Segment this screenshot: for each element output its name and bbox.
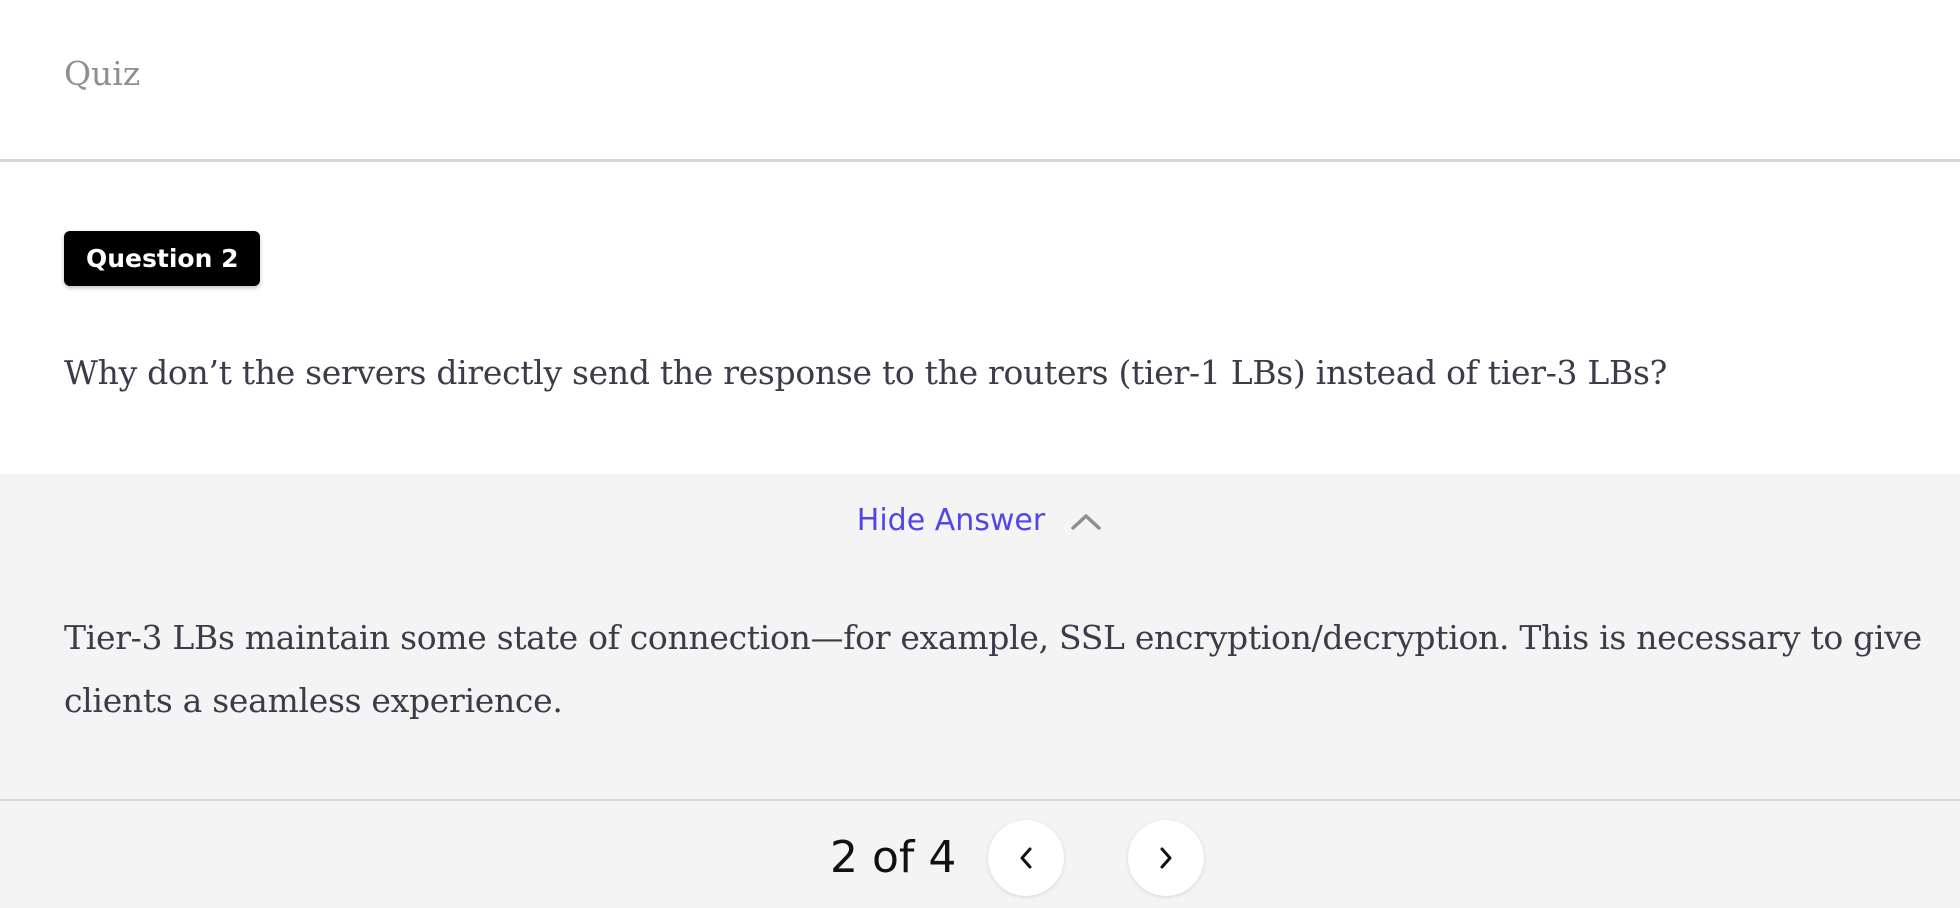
question-section: Question 2 Why don’t the servers directl… (0, 162, 1960, 474)
question-text: Why don’t the servers directly send the … (64, 353, 1668, 392)
answer-section: Hide Answer Tier-3 LBs maintain some sta… (0, 474, 1960, 801)
hide-answer-button[interactable]: Hide Answer (0, 496, 1960, 546)
next-question-button[interactable] (1128, 820, 1205, 896)
question-number-badge: Question 2 (64, 231, 261, 286)
previous-question-button[interactable] (988, 820, 1065, 896)
page-indicator: 2 of 4 (830, 832, 957, 883)
pager: 2 of 4 (830, 820, 1205, 896)
chevron-up-icon (1069, 511, 1103, 531)
chevron-right-icon (1160, 847, 1172, 869)
chevron-left-icon (1020, 847, 1032, 869)
hide-answer-label: Hide Answer (856, 503, 1046, 538)
pagination-footer: 2 of 4 (0, 801, 1960, 908)
quiz-header: Quiz (0, 0, 1960, 162)
page-title: Quiz (64, 54, 141, 93)
answer-text: Tier-3 LBs maintain some state of connec… (64, 618, 1922, 720)
